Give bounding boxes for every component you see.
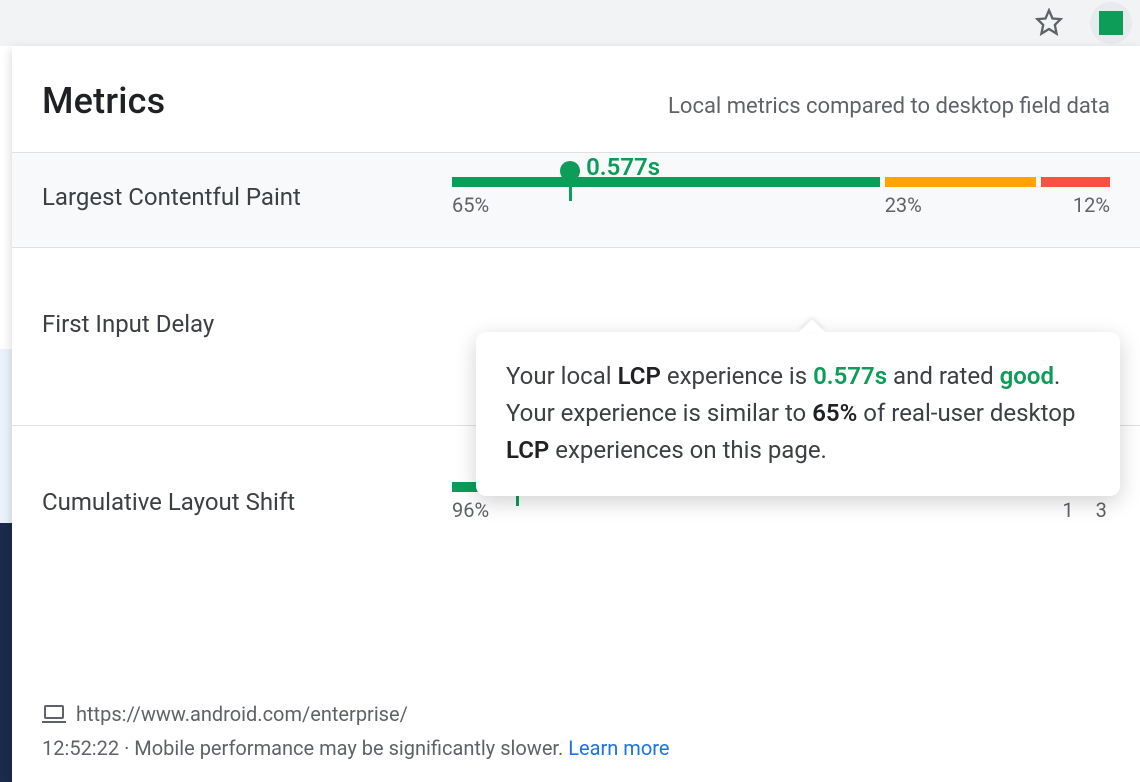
popup-footer: https://www.android.com/enterprise/ 12:5…	[12, 702, 1140, 782]
web-vitals-extension-icon	[1099, 11, 1123, 35]
tt-text: experiences on this page.	[549, 436, 827, 464]
metric-name: Largest Contentful Paint	[42, 183, 452, 211]
web-vitals-popup: Metrics Local metrics compared to deskto…	[12, 46, 1140, 782]
dist-good-label: 65%	[452, 193, 880, 217]
metric-tooltip: Your local LCP experience is 0.577s and …	[476, 332, 1120, 496]
tt-metric-abbr: LCP	[506, 436, 549, 464]
page-background-sliver	[0, 46, 12, 782]
metric-row-lcp[interactable]: Largest Contentful Paint 0.577s 65% 23% …	[12, 152, 1140, 248]
popup-subtitle: Local metrics compared to desktop field …	[668, 94, 1110, 119]
metric-local-value: 0.577s	[586, 153, 660, 181]
timestamp: 12:52:22	[42, 736, 119, 760]
tt-text: and rated	[887, 362, 1000, 390]
learn-more-link[interactable]: Learn more	[568, 736, 669, 760]
metric-name: Cumulative Layout Shift	[42, 488, 452, 516]
footer-note: Mobile performance may be significantly …	[134, 736, 568, 760]
metric-bar-lcp: 0.577s 65% 23% 12%	[452, 177, 1110, 217]
dist-poor-label: 12%	[1041, 193, 1110, 217]
separator: ·	[119, 736, 134, 760]
bookmark-star-icon[interactable]	[1035, 8, 1063, 36]
dist-good-label: 96%	[452, 498, 1057, 522]
tt-percent: 65%	[812, 399, 857, 427]
tt-rating: good	[1000, 362, 1054, 390]
laptop-icon	[42, 704, 66, 724]
dist-poor-segment	[1041, 177, 1110, 187]
dist-needs-segment	[885, 177, 1036, 187]
metric-name: First Input Delay	[42, 310, 452, 338]
metric-marker-icon	[560, 161, 580, 201]
popup-title: Metrics	[42, 80, 165, 122]
tt-metric-abbr: LCP	[618, 362, 661, 390]
dist-poor-label: 3	[1081, 498, 1107, 522]
dist-needs-label: 1	[1062, 498, 1075, 522]
extension-button[interactable]	[1090, 2, 1132, 44]
tt-text: of real-user desktop	[857, 399, 1075, 427]
dist-needs-label: 23%	[885, 193, 1036, 217]
tt-text: Your local	[506, 362, 618, 390]
popup-header: Metrics Local metrics compared to deskto…	[12, 46, 1140, 152]
tt-text: experience is	[661, 362, 813, 390]
tt-local-value: 0.577s	[813, 362, 887, 390]
tooltip-caret-icon	[799, 319, 825, 332]
dist-good-segment	[452, 177, 880, 187]
page-url: https://www.android.com/enterprise/	[76, 702, 408, 726]
browser-toolbar	[0, 0, 1140, 46]
